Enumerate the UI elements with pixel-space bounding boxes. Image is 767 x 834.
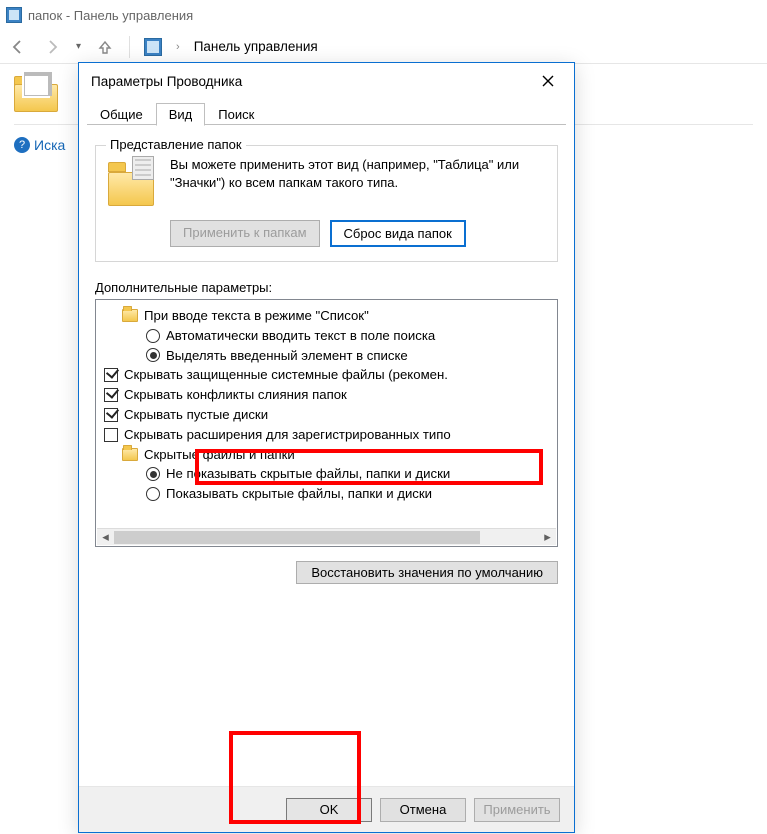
dialog-footer: OK Отмена Применить xyxy=(79,786,574,832)
explorer-navrow: ▾ › Панель управления xyxy=(0,30,767,64)
restore-defaults-button[interactable]: Восстановить значения по умолчанию xyxy=(296,561,558,584)
radio-icon[interactable] xyxy=(146,467,160,481)
opt-hide-merge-conflicts[interactable]: Скрывать конфликты слияния папок xyxy=(104,385,553,405)
breadcrumb[interactable]: Панель управления xyxy=(194,39,318,54)
folder-views-group: Представление папок Вы можете применить … xyxy=(95,145,558,262)
checkbox-icon[interactable] xyxy=(104,408,118,422)
nav-divider xyxy=(129,36,130,58)
tab-search[interactable]: Поиск xyxy=(205,103,267,126)
opt-hide-extensions[interactable]: Скрывать расширения для зарегистрированн… xyxy=(104,425,553,445)
opt-dont-show-hidden[interactable]: Не показывать скрытые файлы, папки и дис… xyxy=(146,464,553,484)
scroll-track[interactable] xyxy=(114,529,539,546)
apply-to-folders-button[interactable]: Применить к папкам xyxy=(170,220,320,247)
folder-icon xyxy=(122,448,138,461)
checkbox-icon[interactable] xyxy=(104,428,118,442)
folder-options-icon xyxy=(14,76,58,112)
dialog-title: Параметры Проводника xyxy=(91,74,242,89)
opt-hide-protected[interactable]: Скрывать защищенные системные файлы (рек… xyxy=(104,365,553,385)
close-button[interactable] xyxy=(534,67,562,95)
scroll-thumb[interactable] xyxy=(114,531,480,544)
breadcrumb-sep-icon: › xyxy=(176,41,180,53)
dialog-titlebar: Параметры Проводника xyxy=(79,63,574,99)
explorer-titlebar: папок - Панель управления xyxy=(0,0,767,30)
radio-icon[interactable] xyxy=(146,487,160,501)
radio-icon[interactable] xyxy=(146,329,160,343)
folder-options-dialog: Параметры Проводника Общие Вид Поиск Пре… xyxy=(78,62,575,833)
up-button[interactable] xyxy=(95,37,115,57)
cancel-button[interactable]: Отмена xyxy=(380,798,466,822)
folder-view-icon xyxy=(108,156,156,206)
tab-general[interactable]: Общие xyxy=(87,103,156,126)
advanced-label: Дополнительные параметры: xyxy=(95,280,558,295)
history-dropdown-icon[interactable]: ▾ xyxy=(76,41,81,52)
radio-icon[interactable] xyxy=(146,348,160,362)
back-button[interactable] xyxy=(8,37,28,57)
scroll-left-icon[interactable]: ◂ xyxy=(97,529,114,546)
control-panel-icon xyxy=(6,7,22,23)
scroll-right-icon[interactable]: ▸ xyxy=(539,529,556,546)
tree-group-hidden: Скрытые файлы и папки xyxy=(122,445,553,465)
forward-button[interactable] xyxy=(42,37,62,57)
checkbox-icon[interactable] xyxy=(104,368,118,382)
opt-show-hidden[interactable]: Показывать скрытые файлы, папки и диски xyxy=(146,484,553,504)
group-title: Представление папок xyxy=(106,137,246,152)
opt-auto-type-search[interactable]: Автоматически вводить текст в поле поиск… xyxy=(146,326,553,346)
opt-hide-empty-drives[interactable]: Скрывать пустые диски xyxy=(104,405,553,425)
opt-select-typed-item[interactable]: Выделять введенный элемент в списке xyxy=(146,346,553,366)
advanced-settings-list[interactable]: При вводе текста в режиме "Список" Автом… xyxy=(95,299,558,547)
tab-view[interactable]: Вид xyxy=(156,103,206,126)
tree-group-typing: При вводе текста в режиме "Список" xyxy=(122,306,553,326)
folder-icon xyxy=(122,309,138,322)
group-text: Вы можете применить этот вид (например, … xyxy=(170,156,545,191)
help-icon: ? xyxy=(14,137,30,153)
tabstrip: Общие Вид Поиск xyxy=(79,99,574,125)
checkbox-icon[interactable] xyxy=(104,388,118,402)
ok-button[interactable]: OK xyxy=(286,798,372,822)
related-link-text: Иска xyxy=(34,137,65,153)
horizontal-scrollbar[interactable]: ◂ ▸ xyxy=(97,528,556,545)
address-icon xyxy=(144,38,162,56)
window-title: папок - Панель управления xyxy=(28,8,193,23)
reset-folders-button[interactable]: Сброс вида папок xyxy=(330,220,466,247)
apply-button[interactable]: Применить xyxy=(474,798,560,822)
